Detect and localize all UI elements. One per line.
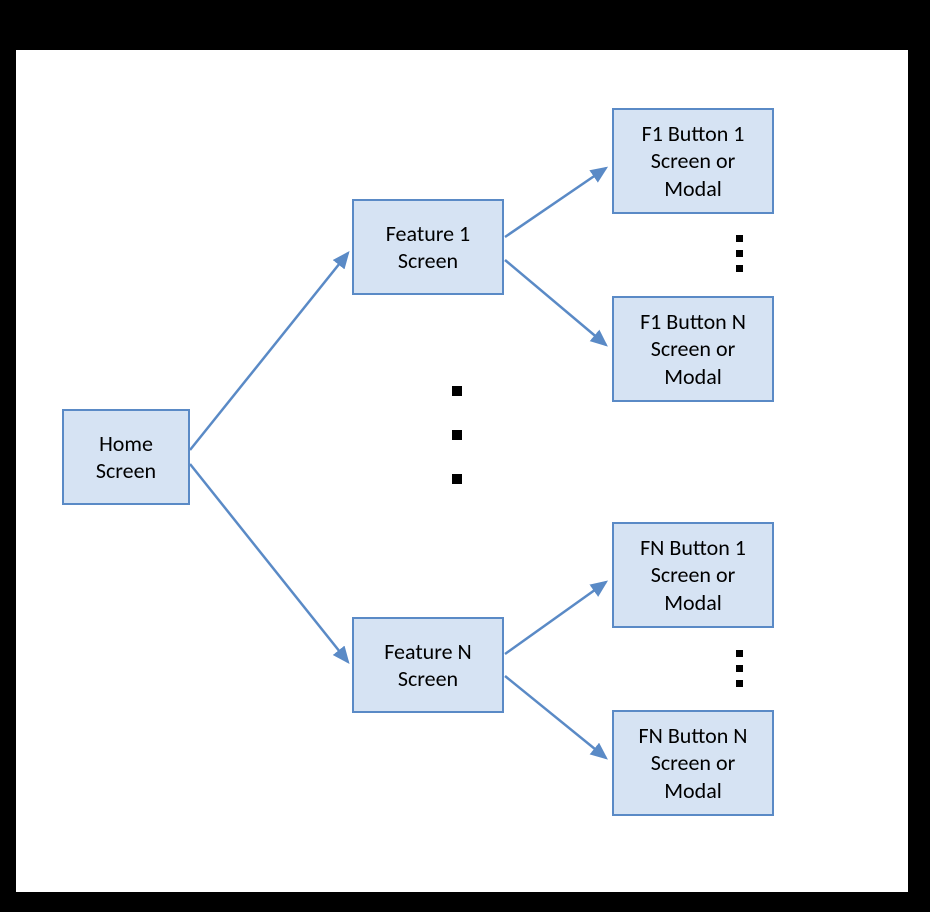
- ellipsis-fn: [736, 650, 743, 687]
- ellipsis-f1: [736, 235, 743, 272]
- dot-icon: [736, 680, 743, 687]
- node-label: FN Button N Screen or Modal: [620, 722, 766, 805]
- node-label: F1 Button 1 Screen or Modal: [620, 120, 766, 203]
- dot-icon: [452, 474, 462, 484]
- node-label: F1 Button N Screen or Modal: [620, 308, 766, 391]
- dot-icon: [736, 250, 743, 257]
- ellipsis-center: [452, 386, 462, 484]
- diagram-frame: Home Screen Feature 1 Screen Feature N S…: [14, 48, 910, 894]
- dot-icon: [736, 235, 743, 242]
- dot-icon: [736, 650, 743, 657]
- dot-icon: [452, 430, 462, 440]
- node-f1-button-n: F1 Button N Screen or Modal: [612, 296, 774, 402]
- node-label: FN Button 1 Screen or Modal: [620, 534, 766, 617]
- node-label: Home Screen: [70, 430, 182, 485]
- dot-icon: [452, 386, 462, 396]
- node-feature-1: Feature 1 Screen: [352, 199, 504, 295]
- node-label: Feature N Screen: [360, 638, 496, 693]
- node-label: Feature 1 Screen: [360, 220, 496, 275]
- node-home-screen: Home Screen: [62, 409, 190, 505]
- node-fn-button-1: FN Button 1 Screen or Modal: [612, 522, 774, 628]
- dot-icon: [736, 265, 743, 272]
- dot-icon: [736, 665, 743, 672]
- node-f1-button-1: F1 Button 1 Screen or Modal: [612, 108, 774, 214]
- node-feature-n: Feature N Screen: [352, 617, 504, 713]
- node-fn-button-n: FN Button N Screen or Modal: [612, 710, 774, 816]
